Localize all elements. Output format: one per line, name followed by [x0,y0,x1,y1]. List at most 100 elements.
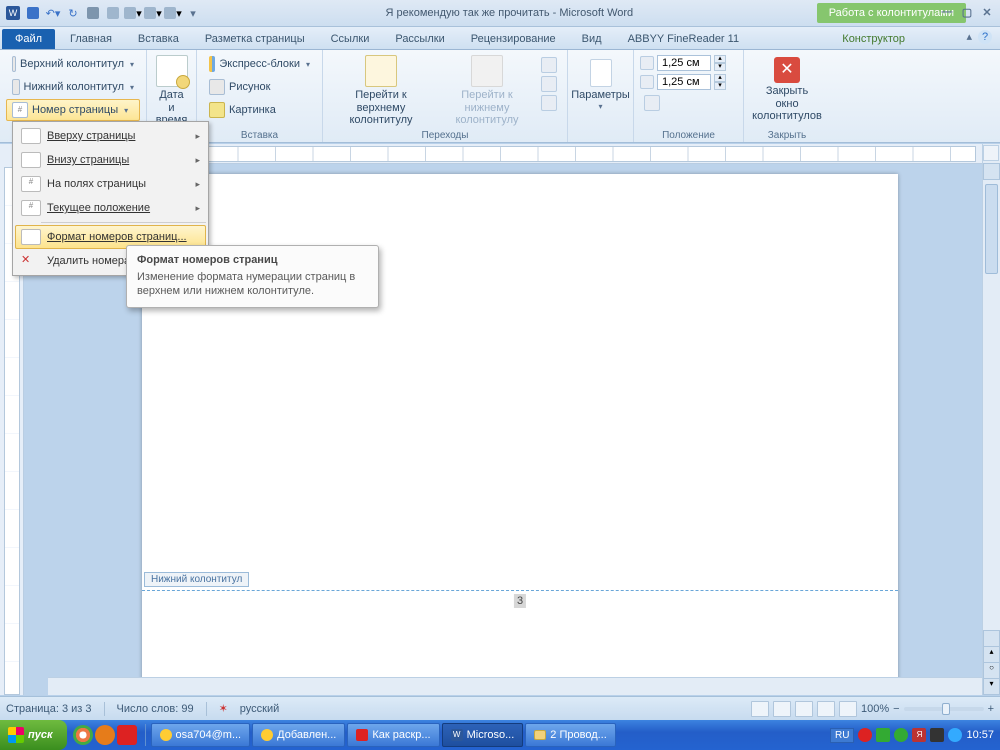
page-number-field[interactable]: 3 [514,594,526,608]
menu-bottom-of-page[interactable]: Внизу страницы [15,148,206,172]
spin-up[interactable]: ▴ [714,55,726,63]
options-button[interactable]: Параметры▾ [574,53,627,113]
zoom-out-button[interactable]: − [893,703,899,715]
ql-firefox-icon[interactable] [95,725,115,745]
header-top-value[interactable]: 1,25 см [657,55,711,71]
undo-icon[interactable]: ↶▾ [44,4,62,22]
minimize-ribbon-icon[interactable]: ▴ [966,30,972,44]
menu-top-of-page[interactable]: Вверху страницы [15,124,206,148]
tab-home[interactable]: Главная [57,29,125,49]
page-number-label: Номер страницы [32,104,118,116]
clipart-button[interactable]: Картинка [203,99,316,121]
word-task-icon: W [451,729,463,741]
tray-icon[interactable] [858,728,872,742]
tray-icon[interactable] [930,728,944,742]
header-from-top[interactable]: 1,25 см▴▾ [640,55,737,71]
menu-page-margins[interactable]: #На полях страницы [15,172,206,196]
tab-mailings[interactable]: Рассылки [382,29,457,49]
tab-abbyy[interactable]: ABBYY FineReader 11 [615,29,753,49]
footer-from-bottom[interactable]: 1,25 см▴▾ [640,74,737,90]
task-opera[interactable]: Как раскр... [347,723,439,747]
task-explorer[interactable]: 2 Провод... [525,723,616,747]
insert-tab-align-button[interactable] [640,93,737,113]
datetime-button[interactable]: Дата и время [153,53,190,129]
quickparts-button[interactable]: Экспресс-блоки [203,53,316,75]
qat-btn-b[interactable]: ▾ [144,4,162,22]
zoom-slider[interactable]: 100% − + [861,703,994,715]
task-label-3: Microso... [467,729,515,741]
qat-customize[interactable]: ▾ [184,4,202,22]
page-number-button[interactable]: #Номер страницы [6,99,140,121]
qat-btn-c[interactable]: ▾ [164,4,182,22]
task-chrome2[interactable]: Добавлен... [252,723,345,747]
spin-down[interactable]: ▾ [714,82,726,90]
minimize-button[interactable]: — [940,6,954,20]
tab-view[interactable]: Вид [569,29,615,49]
status-words[interactable]: Число слов: 99 [117,703,194,715]
spin-up[interactable]: ▴ [714,74,726,82]
zoom-track[interactable] [904,707,984,711]
tray-icon[interactable] [876,728,890,742]
status-language[interactable]: русский [240,703,279,715]
scroll-thumb[interactable] [985,184,998,274]
scroll-up-button[interactable] [983,163,1000,180]
ql-opera-icon[interactable] [117,725,137,745]
tab-layout[interactable]: Разметка страницы [192,29,318,49]
next-section-icon[interactable] [541,76,557,92]
help-icon[interactable]: ? [978,30,992,44]
print-icon[interactable] [84,4,102,22]
prev-page-button[interactable]: ▴ [983,646,1000,663]
browse-object-button[interactable]: ○ [983,662,1000,679]
zoom-thumb[interactable] [942,703,950,715]
view-fullscreen[interactable] [773,701,791,717]
group-options: Параметры▾ [568,50,634,142]
preview-icon[interactable] [104,4,122,22]
spellcheck-icon[interactable]: ✶ [219,702,228,715]
picture-button[interactable]: Рисунок [203,76,316,98]
ruler-toggle-button[interactable] [983,145,999,161]
tray-icon[interactable]: Я [912,728,926,742]
close-button[interactable]: ✕ [980,6,994,20]
view-outline[interactable] [817,701,835,717]
status-page[interactable]: Страница: 3 из 3 [6,703,92,715]
horizontal-scrollbar[interactable] [48,677,982,695]
menu-current-position[interactable]: #Текущее положение [15,196,206,220]
tab-insert[interactable]: Вставка [125,29,192,49]
task-chrome[interactable]: osa704@m... [151,723,251,747]
view-draft[interactable] [839,701,857,717]
zoom-in-button[interactable]: + [988,703,994,715]
close-hf-button[interactable]: ✕ Закрыть окно колонтитулов [750,53,824,125]
redo-icon[interactable]: ↻ [64,4,82,22]
tray-icon[interactable] [894,728,908,742]
link-previous-icon[interactable] [541,95,557,111]
task-label-4: 2 Провод... [550,729,607,741]
footer-button[interactable]: Нижний колонтитул [6,76,140,98]
tab-review[interactable]: Рецензирование [458,29,569,49]
zoom-value[interactable]: 100% [861,703,889,715]
tab-design-context[interactable]: Конструктор [829,29,918,49]
tab-references[interactable]: Ссылки [318,29,383,49]
header-button[interactable]: Верхний колонтитул [6,53,140,75]
task-word[interactable]: W Microso... [442,723,524,747]
maximize-button[interactable]: ▢ [960,6,974,20]
goto-footer-icon [471,55,503,87]
next-page-button[interactable]: ▾ [983,678,1000,695]
view-print-layout[interactable] [751,701,769,717]
language-indicator[interactable]: RU [830,728,854,743]
footer-bottom-value[interactable]: 1,25 см [657,74,711,90]
tab-file[interactable]: Файл [2,29,55,49]
clock[interactable]: 10:57 [966,729,994,741]
prev-section-icon[interactable] [541,57,557,73]
qat-btn-a[interactable]: ▾ [124,4,142,22]
goto-header-button[interactable]: Перейти к верхнему колонтитулу [329,53,433,129]
spin-down[interactable]: ▾ [714,63,726,71]
tray-icon[interactable] [948,728,962,742]
quick-launch [73,725,137,745]
save-icon[interactable] [24,4,42,22]
start-button[interactable]: пуск [0,720,67,750]
goto-header-icon [365,55,397,87]
view-web[interactable] [795,701,813,717]
vertical-scrollbar[interactable]: ▴ ○ ▾ [982,144,1000,695]
scroll-down-button[interactable] [983,630,1000,647]
ql-chrome-icon[interactable] [73,725,93,745]
